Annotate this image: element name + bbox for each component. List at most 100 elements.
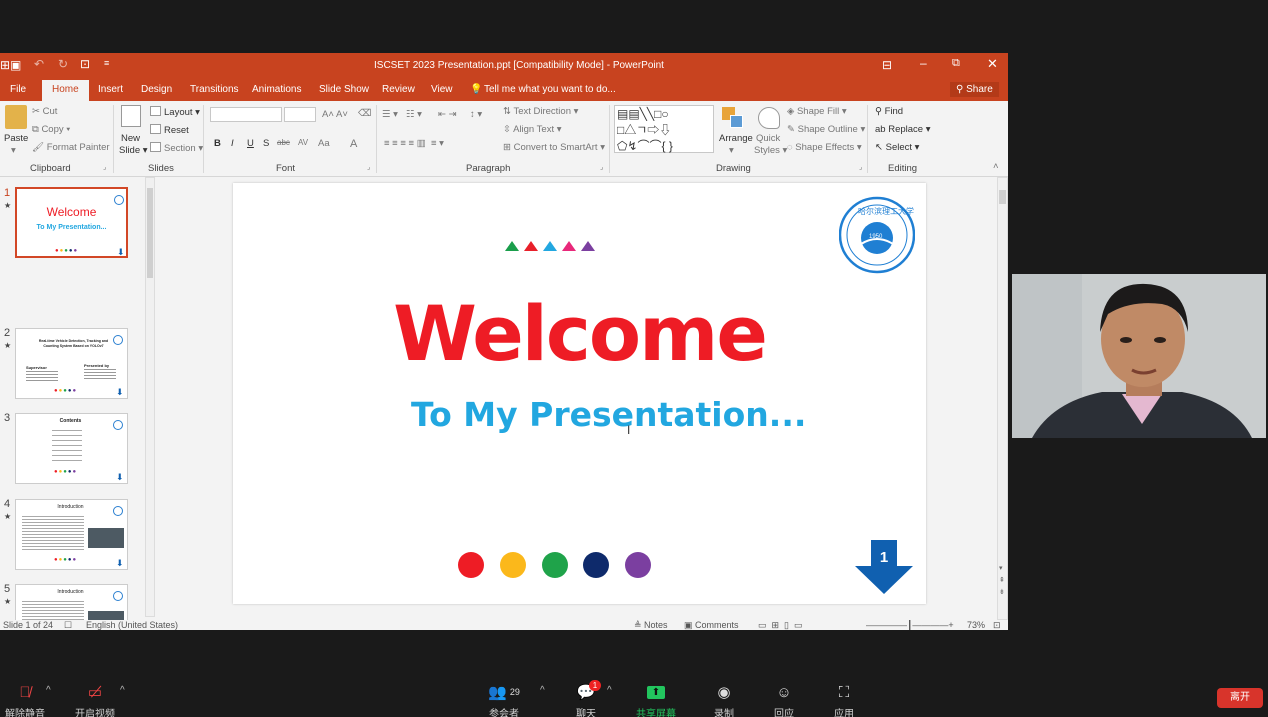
reactions-button[interactable]: ☺ 回应: [768, 682, 800, 717]
tab-slide-show[interactable]: Slide Show: [319, 84, 369, 95]
chat-button[interactable]: 💬 1 聊天: [570, 680, 602, 717]
slide-canvas[interactable]: Welcome To My Presentation... I 1950 哈尔滨…: [233, 183, 926, 604]
ribbon-display-icon[interactable]: ⊟: [882, 58, 892, 72]
align-icon[interactable]: ≡ ≡ ≡ ≡ ▥ ≡ ▾: [384, 138, 444, 149]
language-indicator[interactable]: English (United States): [86, 620, 178, 630]
bold-button[interactable]: B: [214, 138, 221, 149]
shape-outline-button[interactable]: ✎ Shape Outline ▾: [787, 124, 865, 135]
text-direction-button[interactable]: ⇅ Text Direction ▾: [503, 106, 578, 117]
bullets-icon[interactable]: ☰ ▾: [382, 109, 398, 120]
chevron-up-icon[interactable]: ^: [540, 685, 545, 696]
shape-effects-button[interactable]: ◌ Shape Effects ▾: [787, 142, 862, 153]
shape-fill-button[interactable]: ◈ Shape Fill ▾: [787, 106, 847, 117]
tab-animations[interactable]: Animations: [252, 84, 301, 95]
participant-video[interactable]: [1012, 274, 1266, 438]
slide-thumbnail-1[interactable]: Welcome To My Presentation... ●●●●● ⬇: [15, 187, 128, 258]
tab-transitions[interactable]: Transitions: [190, 84, 239, 95]
customize-qat-icon[interactable]: ≡: [104, 58, 109, 68]
line-spacing-icon[interactable]: ↕ ▾: [470, 109, 482, 120]
unmute-button[interactable]: 🎙̸ 解除静音: [4, 682, 46, 717]
zoom-level[interactable]: 73%: [967, 620, 985, 630]
slide-scrollbar[interactable]: ▾ ⇞ ⇟: [997, 177, 1008, 620]
close-icon[interactable]: ✕: [987, 56, 998, 72]
dialog-launcher-icon[interactable]: ⌟: [859, 163, 862, 171]
layout-button[interactable]: Layout ▾: [150, 106, 200, 118]
cut-button[interactable]: ✂ Cut: [32, 106, 57, 117]
grow-font-icon[interactable]: A˄ A˅: [322, 109, 348, 120]
chevron-up-icon[interactable]: ^: [120, 685, 125, 696]
shadow-button[interactable]: S: [263, 138, 269, 149]
quick-styles-button[interactable]: Quick: [756, 133, 780, 144]
record-button[interactable]: ◉ 录制: [708, 682, 740, 717]
scrollbar-thumb[interactable]: [147, 188, 153, 278]
new-slide-button-line2[interactable]: Slide ▾: [119, 145, 148, 156]
tab-home[interactable]: Home: [42, 80, 89, 101]
select-button[interactable]: ↖ Select ▾: [875, 142, 919, 153]
align-text-button[interactable]: ⇳ Align Text ▾: [503, 124, 562, 135]
slideshow-from-start-icon[interactable]: ⊡: [80, 57, 90, 71]
copy-button[interactable]: ⧉ Copy ▾: [32, 124, 70, 135]
change-case-button[interactable]: Aa: [318, 138, 330, 149]
tab-review[interactable]: Review: [382, 84, 415, 95]
font-name-combo[interactable]: [210, 107, 282, 122]
tab-design[interactable]: Design: [141, 84, 172, 95]
dialog-launcher-icon[interactable]: ⌟: [600, 163, 603, 171]
share-screen-button[interactable]: ⬆ 共享屏幕: [633, 682, 679, 717]
font-color-button[interactable]: A: [350, 138, 357, 150]
paste-button[interactable]: Paste: [4, 133, 28, 144]
numbering-icon[interactable]: ☷ ▾: [406, 109, 422, 120]
clear-format-icon[interactable]: ⌫: [358, 108, 371, 119]
minimize-icon[interactable]: –: [920, 56, 927, 70]
scrollbar-thumb[interactable]: [999, 190, 1006, 204]
thumbnail-text-lines: [52, 430, 82, 464]
collapse-ribbon-icon[interactable]: ˄: [993, 161, 999, 172]
dialog-launcher-icon[interactable]: ⌟: [103, 163, 106, 171]
thumbnails-scrollbar[interactable]: [145, 177, 155, 617]
notes-button[interactable]: ≜ Notes: [634, 620, 668, 630]
microphone-muted-icon: 🎙̸: [19, 683, 31, 701]
save-icon[interactable]: ⊞▣: [0, 58, 21, 72]
indent-icon[interactable]: ⇤ ⇥: [438, 109, 457, 120]
spellcheck-icon[interactable]: ☐: [64, 620, 72, 630]
view-buttons[interactable]: ▭ ⊞ ▯ ▭: [758, 620, 803, 630]
chevron-up-icon[interactable]: ^: [46, 685, 51, 696]
slide-thumbnail-2[interactable]: Real-time Vehicle Detection, Tracking an…: [15, 328, 128, 399]
tab-file[interactable]: File: [10, 84, 26, 95]
leave-button[interactable]: 离开: [1217, 688, 1263, 708]
find-button[interactable]: ⚲ Find: [875, 106, 903, 117]
chevron-down-icon[interactable]: ▾: [729, 145, 734, 156]
comments-button[interactable]: ▣ Comments: [684, 620, 739, 630]
format-painter-button[interactable]: 🖌 Format Painter: [32, 142, 110, 153]
slide-thumbnail-3[interactable]: Contents ●●●●● ⬇: [15, 413, 128, 484]
strikethrough-button[interactable]: abc: [277, 138, 290, 147]
tab-view[interactable]: View: [431, 84, 453, 95]
new-slide-button[interactable]: New: [121, 133, 140, 144]
scroll-buttons[interactable]: ▾ ⇞ ⇟: [999, 563, 1005, 599]
restore-icon[interactable]: ⧉: [952, 57, 960, 70]
zoom-slider[interactable]: –————┃————+: [866, 620, 954, 630]
section-button[interactable]: Section ▾: [150, 142, 203, 154]
arrange-button[interactable]: Arrange: [719, 133, 753, 144]
char-spacing-button[interactable]: AV: [298, 138, 308, 147]
chevron-up-icon[interactable]: ^: [607, 685, 612, 696]
italic-button[interactable]: I: [231, 138, 234, 149]
replace-button[interactable]: ab Replace ▾: [875, 124, 931, 135]
smartart-button[interactable]: ⊞ Convert to SmartArt ▾: [503, 142, 605, 153]
underline-button[interactable]: U: [247, 138, 254, 149]
participants-button[interactable]: 👥 29 参会者: [486, 682, 522, 717]
reset-button[interactable]: Reset: [150, 124, 189, 136]
start-video-button[interactable]: ▭̸ 开启视频: [72, 682, 118, 717]
shapes-gallery[interactable]: ▤▤╲╲□○ □△ㄱ⇨⇩ ⬠↯⌒⌒{ }: [614, 105, 714, 153]
redo-icon[interactable]: ↻: [58, 57, 68, 71]
undo-icon[interactable]: ↶: [34, 57, 44, 71]
font-size-combo[interactable]: [284, 107, 316, 122]
slide-thumbnail-4[interactable]: Introduction ●●●●● ⬇: [15, 499, 128, 570]
dialog-launcher-icon[interactable]: ⌟: [367, 163, 370, 171]
apps-button[interactable]: ⛶ 应用: [828, 682, 860, 717]
share-button[interactable]: ⚲ Share: [950, 82, 999, 97]
tab-insert[interactable]: Insert: [98, 84, 123, 95]
tell-me-input[interactable]: Tell me what you want to do...: [484, 84, 616, 95]
chevron-down-icon[interactable]: ▾: [11, 145, 16, 156]
quick-styles-button-line2[interactable]: Styles ▾: [754, 145, 787, 156]
fit-to-window-icon[interactable]: ⊡: [993, 620, 1001, 630]
